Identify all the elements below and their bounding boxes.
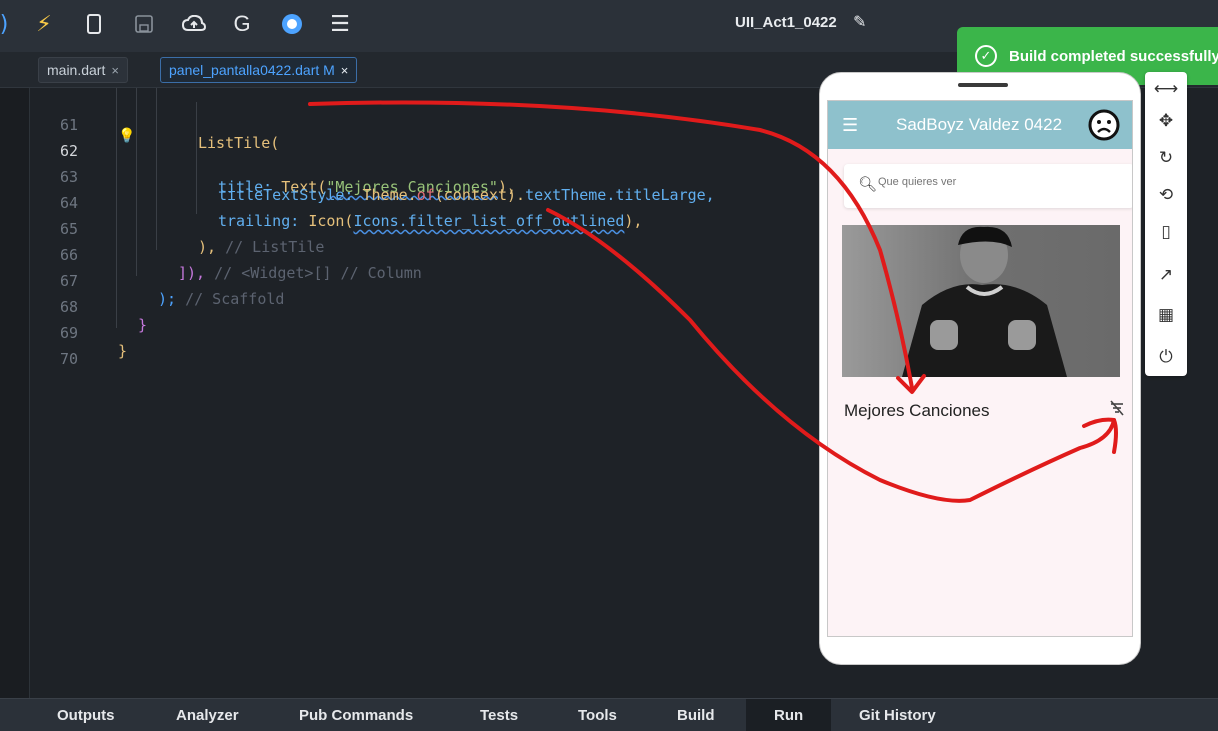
tab-pub-commands[interactable]: Pub Commands xyxy=(299,699,413,731)
device-frame-icon[interactable]: ▯ xyxy=(1145,217,1187,247)
tab-git-history[interactable]: Git History xyxy=(859,699,936,731)
panel-toggle-icon[interactable]: ) xyxy=(0,10,18,38)
app-title: SadBoyz Valdez 0422 xyxy=(896,115,1063,134)
tab-label: panel_pantalla0422.dart M xyxy=(169,62,335,78)
orientation-icon[interactable]: ⟲ xyxy=(1145,180,1187,210)
device-toolbar: ⟷ ✥ ↻ ⟲ ▯ ↗ ▦ ⏻ xyxy=(1145,72,1187,376)
search-bar[interactable]: 🔍︎ xyxy=(844,164,1132,208)
lightning-icon[interactable]: ⚡ xyxy=(30,10,58,38)
app-bar: ☰ SadBoyz Valdez 0422 xyxy=(828,101,1132,149)
filter-list-off-icon[interactable] xyxy=(1108,399,1126,417)
phone-emulator: ☰ SadBoyz Valdez 0422 🔍︎ Que quieres ver… xyxy=(819,72,1141,665)
activity-strip xyxy=(0,88,30,698)
move-icon[interactable]: ✥ xyxy=(1145,106,1187,136)
power-icon[interactable]: ⏻ xyxy=(1145,342,1187,372)
open-external-icon[interactable]: ↗ xyxy=(1145,260,1187,290)
tab-analyzer[interactable]: Analyzer xyxy=(176,699,239,731)
cloud-upload-icon[interactable] xyxy=(180,10,208,38)
record-icon[interactable] xyxy=(278,10,306,38)
tab-panel-pantalla[interactable]: panel_pantalla0422.dart M × xyxy=(160,57,358,83)
phone-notch xyxy=(958,83,1008,87)
tab-outputs[interactable]: Outputs xyxy=(57,699,115,731)
close-icon[interactable]: × xyxy=(111,63,119,78)
tab-label: main.dart xyxy=(47,62,106,78)
sad-face-icon[interactable] xyxy=(1088,109,1120,141)
check-circle-icon: ✓ xyxy=(975,45,997,67)
tab-tools[interactable]: Tools xyxy=(578,699,617,731)
save-icon[interactable] xyxy=(130,10,158,38)
edit-pencil-icon[interactable]: ✎ xyxy=(853,12,866,31)
project-title: UII_Act1_0422 xyxy=(735,14,837,31)
tab-tests[interactable]: Tests xyxy=(480,699,518,731)
device-icon[interactable] xyxy=(80,10,108,38)
menu-icon[interactable]: ☰ xyxy=(326,10,354,38)
lightbulb-icon[interactable]: 💡 xyxy=(118,128,135,144)
resize-icon[interactable]: ⟷ xyxy=(1145,74,1187,104)
search-input[interactable] xyxy=(878,176,1118,188)
tab-build[interactable]: Build xyxy=(677,699,715,731)
tab-run[interactable]: Run xyxy=(746,699,832,731)
bottom-panel-tabs: Outputs Analyzer Pub Commands Tests Tool… xyxy=(0,698,1218,731)
phone-screen: ☰ SadBoyz Valdez 0422 🔍︎ Que quieres ver… xyxy=(827,100,1133,637)
list-title: Mejores Canciones xyxy=(844,401,990,420)
hamburger-menu-icon[interactable]: ☰ xyxy=(842,115,858,136)
list-tile[interactable]: Mejores Canciones xyxy=(844,393,1124,427)
qr-code-icon[interactable]: ▦ xyxy=(1145,300,1187,330)
close-icon[interactable]: × xyxy=(341,63,349,78)
line-number: 70 xyxy=(60,350,79,368)
search-icon: 🔍︎ xyxy=(858,175,878,193)
google-icon[interactable]: G xyxy=(228,10,256,38)
artist-photo xyxy=(842,225,1120,377)
rotate-icon[interactable]: ↻ xyxy=(1145,143,1187,173)
tab-main-dart[interactable]: main.dart × xyxy=(38,57,128,83)
toast-message: Build completed successfully xyxy=(1009,47,1218,65)
